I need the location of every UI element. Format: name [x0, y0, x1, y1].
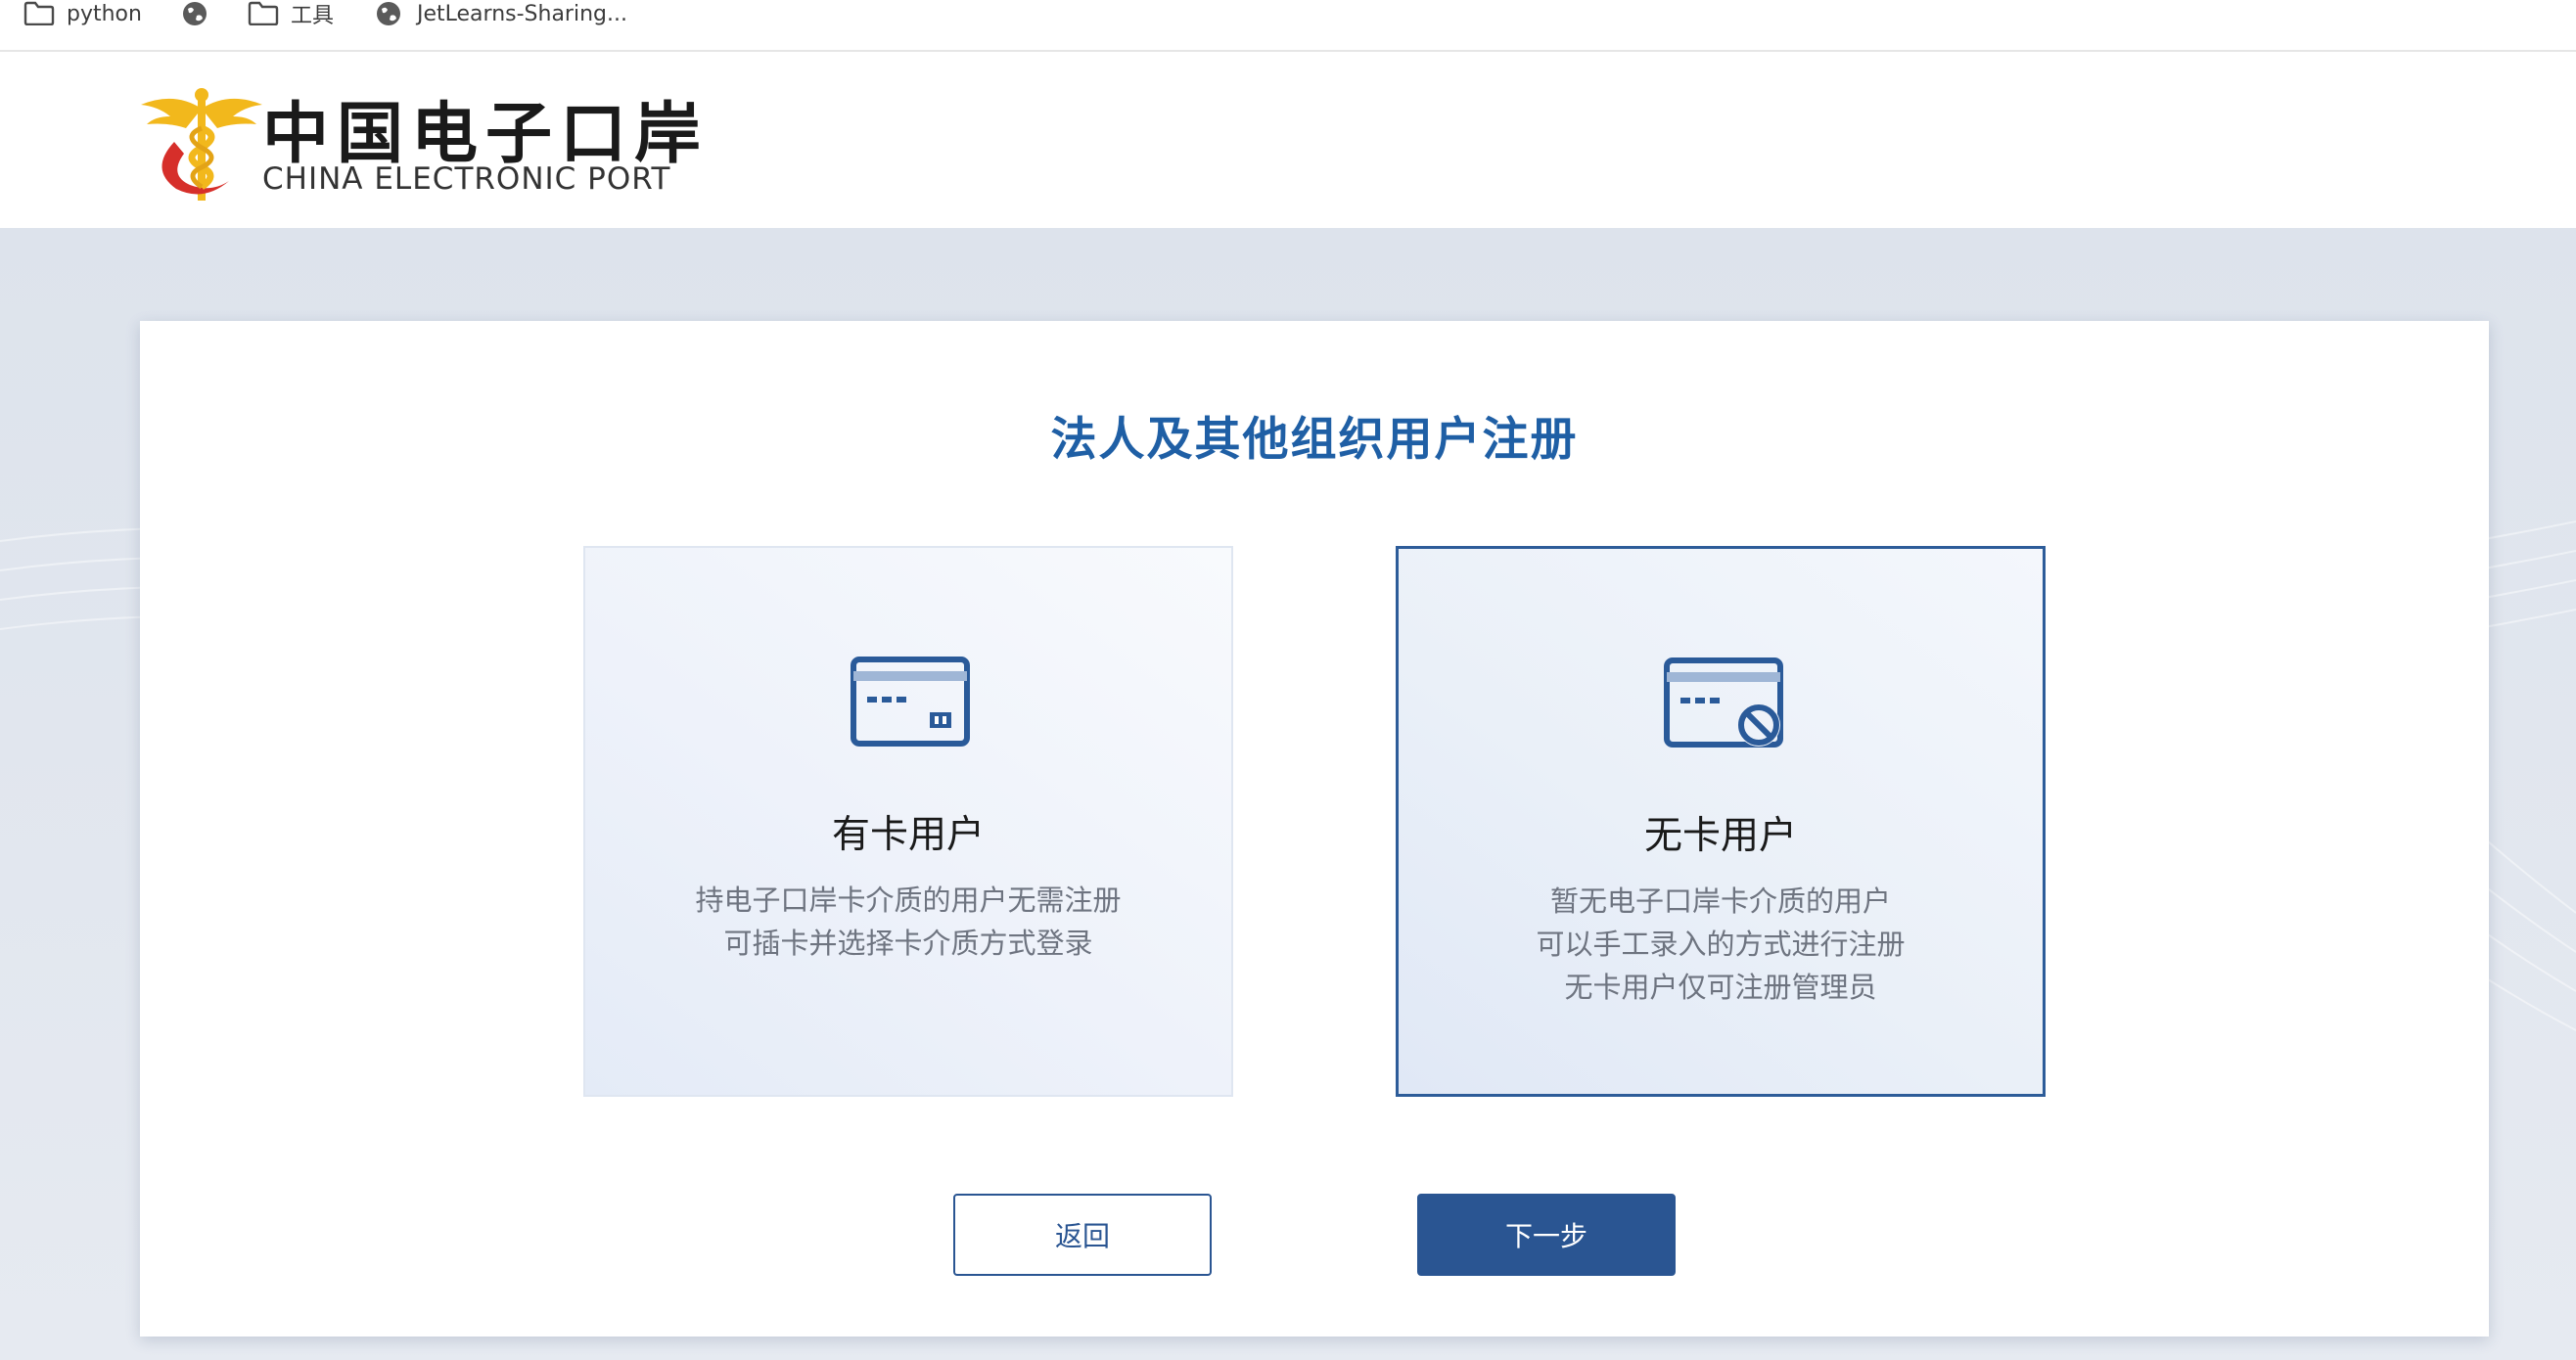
bookmark-jetlearns[interactable]: JetLearns-Sharing... — [374, 0, 627, 27]
brand-name-en: CHINA ELECTRONIC PORT — [262, 161, 671, 197]
option-card-without-card[interactable]: 无卡用户 暂无电子口岸卡介质的用户 可以手工录入的方式进行注册 无卡用户仅可注册… — [1396, 546, 2046, 1097]
main-area: 法人及其他组织用户注册 有卡用户 持电子口岸卡介质的用户无需注册 可插卡并选择卡 — [0, 228, 2576, 1360]
bookmark-label: python — [67, 1, 142, 26]
card-description-line: 可插卡并选择卡介质方式登录 — [723, 927, 1093, 960]
bookmark-python[interactable]: python — [23, 0, 142, 27]
customs-logo-icon[interactable] — [135, 73, 268, 206]
card-description: 持电子口岸卡介质的用户无需注册 可插卡并选择卡介质方式登录 — [585, 879, 1231, 965]
site-header: 中国电子口岸 CHINA ELECTRONIC PORT — [0, 52, 2576, 228]
folder-icon — [248, 0, 279, 27]
card-description-line: 持电子口岸卡介质的用户无需注册 — [695, 884, 1122, 917]
no-card-icon — [1661, 655, 1786, 752]
registration-panel: 法人及其他组织用户注册 有卡用户 持电子口岸卡介质的用户无需注册 可插卡并选择卡 — [140, 321, 2489, 1337]
card-description-line: 无卡用户仅可注册管理员 — [1564, 971, 1877, 1004]
bookmark-label: JetLearns-Sharing... — [417, 1, 627, 26]
bookmarks-bar: python 工具 JetLearns-Sharing... — [0, 0, 2576, 52]
card-description-line: 可以手工录入的方式进行注册 — [1536, 928, 1906, 961]
globe-icon — [374, 0, 405, 27]
card-description-line: 暂无电子口岸卡介质的用户 — [1549, 884, 1891, 918]
card-description: 暂无电子口岸卡介质的用户 可以手工录入的方式进行注册 无卡用户仅可注册管理员 — [1399, 880, 2043, 1009]
bookmark-tools[interactable]: 工具 — [248, 0, 335, 28]
back-button[interactable]: 返回 — [953, 1194, 1212, 1276]
folder-icon — [23, 0, 55, 27]
page-title: 法人及其他组织用户注册 — [1050, 413, 1579, 467]
bookmark-label: 工具 — [291, 4, 335, 28]
bookmark-globe[interactable] — [180, 0, 223, 27]
option-card-with-card[interactable]: 有卡用户 持电子口岸卡介质的用户无需注册 可插卡并选择卡介质方式登录 — [583, 546, 1233, 1097]
card-title: 无卡用户 — [1643, 814, 1797, 858]
globe-icon — [180, 0, 211, 27]
card-icon — [848, 654, 973, 751]
next-step-button[interactable]: 下一步 — [1417, 1194, 1676, 1276]
card-title: 有卡用户 — [831, 813, 985, 857]
